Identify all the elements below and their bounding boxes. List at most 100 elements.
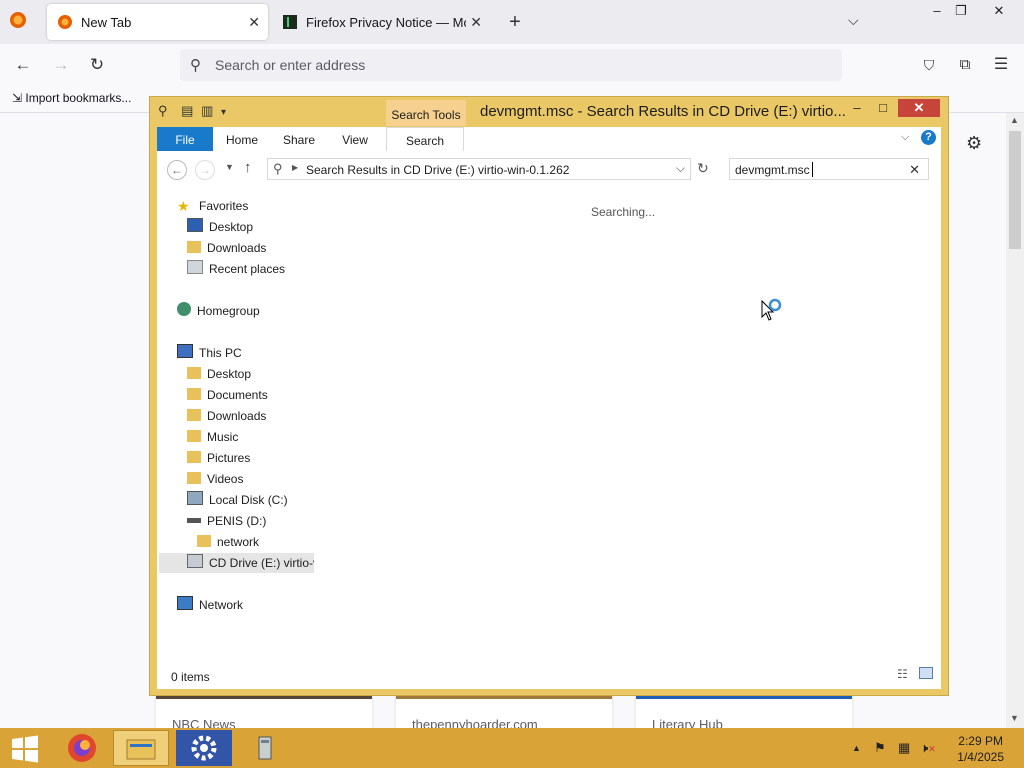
nav-label: This PC — [199, 346, 242, 360]
tab-share[interactable]: Share — [275, 127, 323, 151]
nav-fav-recent[interactable]: Recent places — [187, 259, 285, 279]
nav-drive-d[interactable]: PENIS (D:) — [187, 511, 266, 531]
firefox-view-button[interactable] — [8, 10, 32, 34]
status-bar: 0 items ☷ — [157, 653, 941, 689]
help-icon[interactable]: ? — [921, 130, 936, 145]
scroll-down-icon[interactable]: ▼ — [1010, 713, 1019, 723]
taskbar-control-panel[interactable] — [176, 730, 232, 766]
nav-network-folder[interactable]: network — [197, 532, 259, 552]
address-path: Search Results in CD Drive (E:) virtio-w… — [306, 163, 570, 177]
settings-gear-icon[interactable]: ⚙ — [966, 133, 982, 154]
nav-network[interactable]: Network — [177, 595, 243, 615]
system-clock[interactable]: 2:29 PM 1/4/2025 — [957, 733, 1004, 765]
address-dropdown-icon[interactable]: ⌵ — [676, 161, 685, 176]
volume-muted-icon[interactable]: 🕨✕ — [920, 740, 936, 756]
taskbar-firefox[interactable] — [54, 730, 110, 766]
scroll-up-icon[interactable]: ▲ — [1010, 115, 1019, 125]
close-tab-icon[interactable]: ✕ — [470, 14, 482, 31]
nav-pc-pictures[interactable]: Pictures — [187, 448, 250, 468]
windows-logo-icon — [12, 735, 38, 763]
pocket-icon[interactable]: ⛉ — [918, 54, 940, 76]
homegroup-icon — [177, 302, 191, 316]
tab-view[interactable]: View — [333, 127, 377, 151]
desktop-icon — [187, 218, 203, 232]
firefox-logo-icon — [10, 12, 26, 28]
import-bookmarks-link[interactable]: ⇲ Import bookmarks... — [12, 91, 131, 105]
window-title: devmgmt.msc - Search Results in CD Drive… — [480, 103, 846, 120]
search-tools-context-tab[interactable]: Search Tools — [386, 100, 466, 126]
tab-privacy-notice[interactable]: Firefox Privacy Notice — Mozill ✕ — [272, 4, 490, 40]
tab-new-tab[interactable]: New Tab ✕ — [47, 4, 268, 40]
nav-pc-documents[interactable]: Documents — [187, 385, 268, 405]
new-tab-button[interactable]: + — [505, 10, 525, 34]
expand-ribbon-icon[interactable]: ⌵ — [901, 131, 909, 144]
address-bar[interactable]: ⚲ ▶ Search Results in CD Drive (E:) virt… — [267, 158, 691, 180]
removable-drive-icon — [187, 518, 201, 523]
extensions-icon[interactable]: ⧉ — [954, 54, 976, 76]
show-hidden-icons[interactable]: ▲ — [852, 743, 861, 753]
url-bar[interactable]: ⚲ Search or enter address — [180, 49, 842, 81]
search-input-value: devmgmt.msc — [735, 163, 810, 177]
text-caret — [812, 162, 813, 177]
nav-local-disk[interactable]: Local Disk (C:) — [187, 490, 288, 510]
reload-icon[interactable]: ↻ — [86, 54, 108, 76]
start-button[interactable] — [0, 730, 56, 766]
file-list-pane[interactable]: Searching... — [317, 189, 941, 653]
news-card[interactable]: thepennyhoarder.com — [396, 693, 612, 732]
tab-file[interactable]: File — [157, 127, 213, 151]
star-icon: ★ — [177, 198, 190, 214]
computer-icon — [177, 344, 193, 358]
menu-icon[interactable]: ☰ — [990, 54, 1012, 76]
restore-button[interactable]: ❐ — [942, 0, 980, 22]
action-center-flag-icon[interactable]: ⚑ — [874, 740, 886, 756]
back-button[interactable]: ← — [167, 160, 187, 180]
close-window-button[interactable]: ✕ — [978, 0, 1020, 22]
taskbar-file-explorer[interactable] — [113, 730, 169, 766]
details-view-icon[interactable]: ☷ — [897, 667, 908, 681]
customize-dropdown-icon[interactable]: ▾ — [221, 107, 226, 118]
new-folder-icon[interactable]: ▥ — [201, 103, 213, 118]
properties-icon[interactable]: ▤ — [181, 103, 193, 118]
nav-pc-downloads[interactable]: Downloads — [187, 406, 266, 426]
tab-home[interactable]: Home — [219, 127, 265, 151]
list-all-tabs-icon[interactable]: ⌵ — [848, 12, 859, 29]
close-tab-icon[interactable]: ✕ — [248, 14, 260, 31]
nav-this-pc[interactable]: This PC — [177, 343, 242, 363]
news-card[interactable]: Literary Hub — [636, 693, 852, 732]
nav-fav-desktop[interactable]: Desktop — [187, 217, 253, 237]
search-input[interactable]: devmgmt.msc ✕ — [729, 158, 929, 180]
clear-search-icon[interactable]: ✕ — [909, 162, 920, 178]
nav-label: Homegroup — [197, 304, 260, 318]
tab-label: Firefox Privacy Notice — Mozill — [306, 14, 466, 30]
nav-fav-downloads[interactable]: Downloads — [187, 238, 266, 258]
nav-pc-music[interactable]: Music — [187, 427, 238, 447]
page-scrollbar[interactable]: ▲ ▼ — [1006, 113, 1024, 728]
up-arrow-icon[interactable]: ↑ — [244, 159, 252, 176]
news-card[interactable]: NBC News — [156, 693, 372, 732]
nav-pc-videos[interactable]: Videos — [187, 469, 243, 489]
nav-label: CD Drive (E:) virtio-v — [209, 556, 314, 570]
network-status-icon[interactable]: ▦ — [898, 740, 910, 756]
taskbar: ▲ ⚑ ▦ 🕨✕ 2:29 PM 1/4/2025 — [0, 728, 1024, 768]
large-icons-view-icon[interactable] — [919, 667, 933, 679]
settings-gear-icon — [191, 735, 217, 761]
nav-favorites[interactable]: ★ Favorites — [177, 196, 248, 216]
search-icon: ⚲ — [190, 57, 201, 74]
import-bookmarks-label: Import bookmarks... — [25, 91, 132, 105]
forward-arrow-icon[interactable]: → — [50, 54, 72, 76]
taskbar-device-manager[interactable] — [238, 730, 294, 766]
recent-locations-icon[interactable]: ▼ — [225, 162, 234, 172]
tab-search[interactable]: Search — [386, 127, 464, 152]
back-arrow-icon[interactable]: ← — [12, 54, 34, 76]
nav-pc-desktop[interactable]: Desktop — [187, 364, 251, 384]
refresh-icon[interactable]: ↻ — [697, 160, 709, 177]
close-button[interactable]: ✕ — [898, 99, 940, 117]
firefox-logo-icon — [68, 734, 96, 762]
nav-cd-drive[interactable]: CD Drive (E:) virtio-v — [159, 553, 314, 573]
scrollbar-thumb[interactable] — [1009, 131, 1021, 249]
search-icon: ⚲ — [273, 161, 283, 176]
forward-button[interactable]: → — [195, 160, 215, 180]
maximize-button[interactable]: □ — [868, 99, 898, 117]
mozilla-favicon-icon — [283, 15, 297, 29]
nav-homegroup[interactable]: Homegroup — [177, 301, 260, 321]
